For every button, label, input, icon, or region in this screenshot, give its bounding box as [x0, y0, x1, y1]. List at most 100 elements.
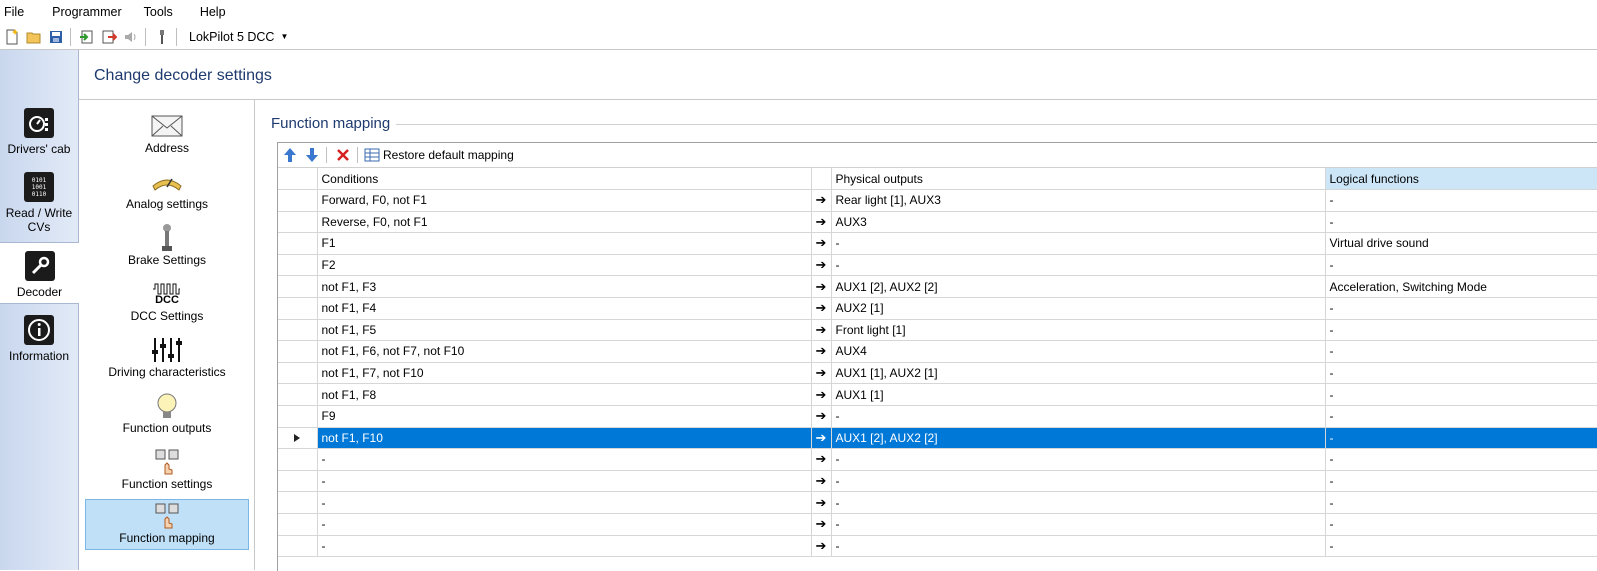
menu-file[interactable]: File: [0, 0, 33, 24]
cell-logical-functions[interactable]: -: [1325, 297, 1597, 320]
cell-logical-functions[interactable]: -: [1325, 405, 1597, 428]
cell-logical-functions[interactable]: -: [1325, 491, 1597, 514]
table-row[interactable]: - ➔ - -: [278, 491, 1597, 514]
category-dcc-settings[interactable]: DCC DCC Settings: [85, 278, 249, 330]
cell-logical-functions[interactable]: -: [1325, 362, 1597, 385]
cell-physical-outputs[interactable]: -: [831, 535, 1326, 558]
cell-physical-outputs[interactable]: -: [831, 513, 1326, 536]
cell-conditions[interactable]: not F1, F8: [317, 383, 812, 406]
export-icon[interactable]: [99, 27, 119, 47]
brake-lever-icon: [85, 224, 249, 252]
cell-logical-functions[interactable]: -: [1325, 470, 1597, 493]
table-row[interactable]: not F1, F4 ➔ AUX2 [1] -: [278, 297, 1597, 320]
menu-help[interactable]: Help: [195, 0, 235, 24]
cell-logical-functions[interactable]: -: [1325, 189, 1597, 212]
cell-conditions[interactable]: not F1, F10: [317, 427, 812, 450]
table-row[interactable]: F2 ➔ - -: [278, 254, 1597, 277]
cell-conditions[interactable]: -: [317, 535, 812, 558]
cell-logical-functions[interactable]: -: [1325, 340, 1597, 363]
restore-default-button[interactable]: Restore default mapping: [364, 148, 514, 162]
cell-logical-functions[interactable]: -: [1325, 427, 1597, 450]
decoder-select[interactable]: LokPilot 5 DCC ▼: [185, 27, 292, 47]
move-down-icon[interactable]: [302, 145, 322, 165]
cell-conditions[interactable]: F1: [317, 232, 812, 255]
open-folder-icon[interactable]: [24, 27, 44, 47]
cell-physical-outputs[interactable]: AUX1 [1], AUX2 [1]: [831, 362, 1326, 385]
category-address[interactable]: Address: [85, 110, 249, 162]
cell-conditions[interactable]: Reverse, F0, not F1: [317, 211, 812, 234]
cell-physical-outputs[interactable]: AUX1 [2], AUX2 [2]: [831, 275, 1326, 298]
cell-conditions[interactable]: F2: [317, 254, 812, 277]
nav-drivers-cab[interactable]: Drivers' cab: [0, 108, 78, 156]
cell-conditions[interactable]: F9: [317, 405, 812, 428]
menu-programmer[interactable]: Programmer: [47, 0, 130, 24]
cell-physical-outputs[interactable]: Front light [1]: [831, 319, 1326, 342]
delete-icon[interactable]: [333, 145, 353, 165]
column-header-logical-functions[interactable]: Logical functions: [1325, 168, 1597, 190]
cell-conditions[interactable]: not F1, F6, not F7, not F10: [317, 340, 812, 363]
cell-physical-outputs[interactable]: -: [831, 470, 1326, 493]
cell-conditions[interactable]: -: [317, 448, 812, 471]
cell-physical-outputs[interactable]: AUX1 [1]: [831, 383, 1326, 406]
table-row[interactable]: F9 ➔ - -: [278, 405, 1597, 428]
category-function-mapping[interactable]: Function mapping: [85, 499, 249, 550]
table-row[interactable]: not F1, F6, not F7, not F10 ➔ AUX4-: [278, 340, 1597, 363]
table-row[interactable]: - ➔ - -: [278, 448, 1597, 471]
table-row[interactable]: - ➔ - -: [278, 513, 1597, 536]
cell-conditions[interactable]: Forward, F0, not F1: [317, 189, 812, 212]
table-row[interactable]: not F1, F8 ➔ AUX1 [1] -: [278, 383, 1597, 406]
cell-conditions[interactable]: -: [317, 470, 812, 493]
cell-conditions[interactable]: not F1, F3: [317, 275, 812, 298]
save-icon[interactable]: [46, 27, 66, 47]
table-row[interactable]: not F1, F5 ➔ Front light [1] -: [278, 319, 1597, 342]
cell-logical-functions[interactable]: -: [1325, 383, 1597, 406]
cell-logical-functions[interactable]: -: [1325, 513, 1597, 536]
column-header-conditions[interactable]: Conditions: [317, 168, 812, 190]
import-icon[interactable]: [77, 27, 97, 47]
cell-logical-functions[interactable]: Virtual drive sound: [1325, 232, 1597, 255]
category-driving-characteristics[interactable]: Driving characteristics: [85, 334, 249, 386]
category-brake-settings[interactable]: Brake Settings: [85, 222, 249, 274]
cell-physical-outputs[interactable]: AUX2 [1]: [831, 297, 1326, 320]
table-row[interactable]: - ➔ - -: [278, 470, 1597, 493]
table-row[interactable]: F1 ➔ - Virtual drive sound: [278, 232, 1597, 255]
move-up-icon[interactable]: [280, 145, 300, 165]
category-function-settings[interactable]: Function settings: [85, 446, 249, 498]
cell-logical-functions[interactable]: -: [1325, 211, 1597, 234]
table-row[interactable]: - ➔ - -: [278, 535, 1597, 558]
cell-physical-outputs[interactable]: -: [831, 491, 1326, 514]
cell-physical-outputs[interactable]: AUX1 [2], AUX2 [2]: [831, 427, 1326, 450]
cell-physical-outputs[interactable]: AUX3: [831, 211, 1326, 234]
cell-conditions[interactable]: not F1, F4: [317, 297, 812, 320]
menu-tools[interactable]: Tools: [139, 0, 182, 24]
cell-logical-functions[interactable]: Acceleration, Switching Mode: [1325, 275, 1597, 298]
cell-conditions[interactable]: -: [317, 513, 812, 536]
cell-logical-functions[interactable]: -: [1325, 319, 1597, 342]
new-file-icon[interactable]: [2, 27, 22, 47]
cell-physical-outputs[interactable]: AUX4: [831, 340, 1326, 363]
cell-conditions[interactable]: -: [317, 491, 812, 514]
cell-physical-outputs[interactable]: -: [831, 448, 1326, 471]
nav-read-write-cvs[interactable]: 0101 1001 0110 Read / Write CVs: [0, 172, 78, 234]
cell-logical-functions[interactable]: -: [1325, 535, 1597, 558]
category-analog-settings[interactable]: Analog settings: [85, 166, 249, 218]
cell-conditions[interactable]: not F1, F7, not F10: [317, 362, 812, 385]
table-row[interactable]: Reverse, F0, not F1 ➔ AUX3-: [278, 211, 1597, 234]
cell-physical-outputs[interactable]: -: [831, 232, 1326, 255]
cell-physical-outputs[interactable]: -: [831, 405, 1326, 428]
cell-logical-functions[interactable]: -: [1325, 254, 1597, 277]
sound-icon[interactable]: [121, 27, 141, 47]
wrench-probe-icon[interactable]: [152, 27, 172, 47]
cell-conditions[interactable]: not F1, F5: [317, 319, 812, 342]
cell-physical-outputs[interactable]: Rear light [1], AUX3: [831, 189, 1326, 212]
table-row[interactable]: not F1, F3 ➔ AUX1 [2], AUX2 [2] Acceleratio…: [278, 275, 1597, 298]
column-header-physical-outputs[interactable]: Physical outputs: [831, 168, 1326, 190]
cell-logical-functions[interactable]: -: [1325, 448, 1597, 471]
category-function-outputs[interactable]: Function outputs: [85, 390, 249, 442]
table-row[interactable]: not F1, F10 ➔ AUX1 [2], AUX2 [2] -: [278, 427, 1597, 450]
table-row[interactable]: Forward, F0, not F1 ➔ Rear light [1], AUX3…: [278, 189, 1597, 212]
cell-physical-outputs[interactable]: -: [831, 254, 1326, 277]
nav-decoder[interactable]: Decoder: [0, 242, 79, 304]
table-row[interactable]: not F1, F7, not F10 ➔ AUX1 [1], AUX2 [1] -: [278, 362, 1597, 385]
nav-information[interactable]: Information: [0, 315, 78, 363]
